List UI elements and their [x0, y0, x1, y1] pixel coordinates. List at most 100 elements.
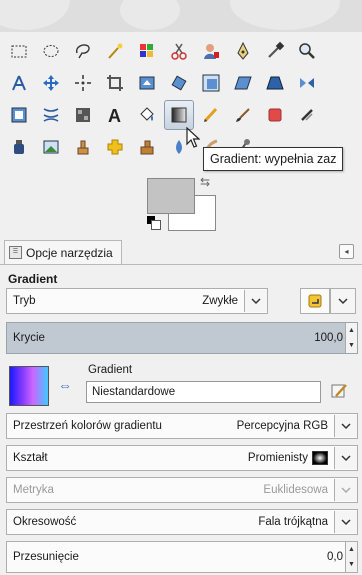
rotate-icon — [171, 75, 187, 91]
tab-tool-options[interactable]: ☰ Opcje narzędzia — [4, 240, 122, 264]
chevron-down-icon — [341, 519, 351, 526]
opacity-slider[interactable]: Krycie 100,0 ▲ ▼ — [6, 322, 358, 354]
ink-tool[interactable] — [4, 132, 34, 162]
pencil-tool[interactable] — [196, 100, 226, 130]
mode-value: Zwykłe — [202, 295, 238, 307]
shape-dropdown-button[interactable] — [334, 447, 357, 469]
handle-transform-tool[interactable] — [68, 100, 98, 130]
mode-extra-dropdown[interactable] — [330, 288, 356, 314]
eraser-tool[interactable] — [260, 100, 290, 130]
text-icon: A — [108, 106, 121, 125]
flip-tool[interactable] — [292, 68, 322, 98]
cage-transform-tool[interactable] — [4, 100, 34, 130]
handle-transform-icon — [76, 108, 90, 122]
lasso-tool[interactable] — [68, 36, 98, 66]
pencil-icon — [203, 107, 218, 123]
paintbrush-icon — [236, 108, 250, 122]
perspective-icon — [266, 76, 284, 90]
color-space-dropdown-button[interactable] — [334, 415, 357, 437]
perspective-clone-icon — [140, 140, 154, 155]
by-color-select-tool[interactable] — [132, 36, 162, 66]
scissors-tool[interactable] — [164, 36, 194, 66]
gradient-preview[interactable] — [9, 366, 49, 406]
repeat-value: Fala trójkątna — [258, 516, 328, 528]
move-icon — [43, 75, 59, 91]
mypaint-brush-tool[interactable] — [36, 132, 66, 162]
unified-transform-tool[interactable] — [132, 68, 162, 98]
opacity-spin-buttons[interactable]: ▲ ▼ — [345, 323, 357, 353]
tab-menu-button[interactable]: ◂ — [339, 244, 354, 259]
paths-tool[interactable] — [228, 36, 258, 66]
tool-tooltip: Gradient: wypełnia zaz — [203, 147, 344, 171]
mypaint-brush-icon — [43, 140, 59, 154]
reverse-mode-icon — [308, 294, 322, 308]
align-tool[interactable] — [68, 68, 98, 98]
repeat-select[interactable]: Okresowość Fala trójkątna — [6, 509, 358, 535]
airbrush-tool[interactable] — [292, 100, 322, 130]
paths-icon — [237, 41, 249, 60]
ellipse-select-tool[interactable] — [36, 36, 66, 66]
offset-value: 0,0 — [327, 551, 343, 563]
color-space-select[interactable]: Przestrzeń kolorów gradientu Percepcyjna… — [6, 413, 358, 439]
perspective-tool[interactable] — [260, 68, 290, 98]
clone-tool[interactable] — [68, 132, 98, 162]
align-icon — [75, 75, 91, 91]
metric-value: Euklidesowa — [263, 484, 328, 496]
swap-colors-icon[interactable]: ⇆ — [200, 175, 210, 189]
bucket-fill-tool[interactable] — [132, 100, 162, 130]
eraser-icon — [268, 108, 282, 122]
repeat-dropdown-button[interactable] — [334, 511, 357, 533]
shape-value: Promienisty — [247, 452, 308, 465]
foreground-color-swatch[interactable] — [147, 178, 195, 214]
window-header-banner — [0, 0, 362, 32]
flip-icon — [300, 78, 314, 88]
gradient-label: Gradient — [88, 364, 133, 376]
mode-dropdown-button[interactable] — [244, 290, 267, 312]
fuzzy-select-tool[interactable] — [100, 36, 130, 66]
reverse-gradient-icon[interactable]: ⇔ — [56, 377, 74, 393]
airbrush-icon — [301, 109, 313, 121]
perspective-clone-tool[interactable] — [132, 132, 162, 162]
opacity-label: Krycie — [13, 332, 45, 344]
mode-reverse-button[interactable] — [300, 288, 330, 314]
warp-tool[interactable] — [36, 100, 66, 130]
paintbrush-tool[interactable] — [228, 100, 258, 130]
color-picker-icon — [268, 41, 285, 58]
svg-text:A: A — [108, 106, 121, 125]
edit-gradient-button[interactable] — [327, 379, 351, 403]
crop-icon — [107, 75, 123, 91]
color-space-value: Percepcyjna RGB — [236, 420, 328, 432]
chevron-down-icon — [341, 487, 351, 494]
radial-shape-icon — [312, 451, 328, 465]
mode-label: Tryb — [13, 295, 36, 307]
heal-tool[interactable] — [100, 132, 130, 162]
shape-label: Kształt — [13, 452, 48, 464]
fuzzy-select-icon — [108, 43, 123, 59]
rect-select-icon — [11, 45, 27, 58]
default-colors-bg-icon — [151, 220, 161, 230]
foreground-select-tool[interactable] — [196, 36, 226, 66]
unified-transform-icon — [139, 76, 155, 90]
color-picker-tool[interactable] — [260, 36, 290, 66]
cage-transform-icon — [11, 107, 27, 123]
lasso-icon — [76, 44, 90, 59]
offset-spin-buttons[interactable]: ▲ ▼ — [345, 542, 357, 572]
mode-select[interactable]: Tryb Zwykłe — [6, 288, 268, 314]
gradient-icon — [171, 107, 187, 123]
text-tool[interactable]: A — [100, 100, 130, 130]
offset-slider[interactable]: Przesunięcie 0,0 ▲ ▼ — [6, 541, 358, 573]
gradient-name-field[interactable]: Niestandardowe — [86, 381, 321, 403]
options-title: Gradient — [8, 272, 58, 286]
scale-tool[interactable] — [196, 68, 226, 98]
crop-tool[interactable] — [100, 68, 130, 98]
scissors-icon — [171, 43, 187, 60]
measure-tool[interactable] — [4, 68, 34, 98]
rect-select-tool[interactable] — [4, 36, 34, 66]
move-tool[interactable] — [36, 68, 66, 98]
foreground-select-icon — [204, 44, 219, 59]
rotate-tool[interactable] — [164, 68, 194, 98]
zoom-tool[interactable] — [292, 36, 322, 66]
shape-select[interactable]: Kształt Promienisty — [6, 445, 358, 471]
gradient-tool[interactable] — [164, 100, 194, 130]
shear-tool[interactable] — [228, 68, 258, 98]
